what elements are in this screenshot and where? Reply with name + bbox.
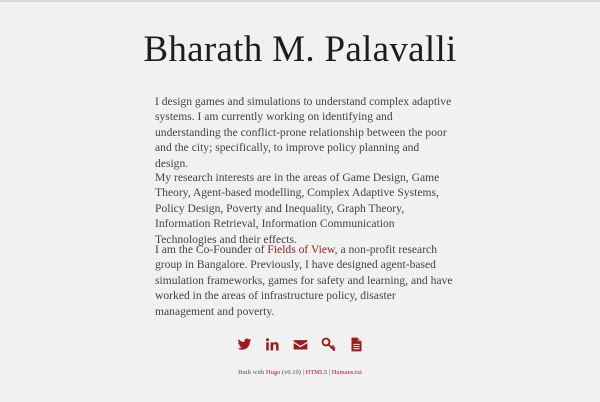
fields-of-view-link[interactable]: Fields of View (267, 243, 334, 256)
footer-version: (v0.19) | (280, 369, 306, 376)
paragraph-3-text-before: I am the Co-Founder of (155, 243, 268, 256)
humans-txt-link[interactable]: Humans.txt (332, 369, 362, 376)
footer-built-with: Built with (238, 369, 266, 376)
footer: Built with Hugo (v0.19) | HTML5 | Humans… (0, 369, 600, 376)
twitter-icon[interactable] (237, 337, 252, 352)
about-paragraph-2: My research interests are in the areas o… (155, 171, 440, 246)
linkedin-icon[interactable] (265, 337, 280, 352)
page: Bharath M. Palavalli I design games and … (0, 2, 600, 402)
social-links (0, 337, 600, 352)
email-icon[interactable] (293, 337, 308, 352)
page-title: Bharath M. Palavalli (143, 29, 457, 70)
about-paragraph-3: I am the Co-Founder of Fields of View, a… (155, 242, 455, 319)
key-icon[interactable] (321, 337, 336, 352)
html5-link[interactable]: HTML5 (306, 369, 328, 376)
about-paragraph-1: I design games and simulations to unders… (155, 95, 452, 170)
hugo-link[interactable]: Hugo (266, 369, 280, 376)
document-icon[interactable] (349, 337, 364, 352)
